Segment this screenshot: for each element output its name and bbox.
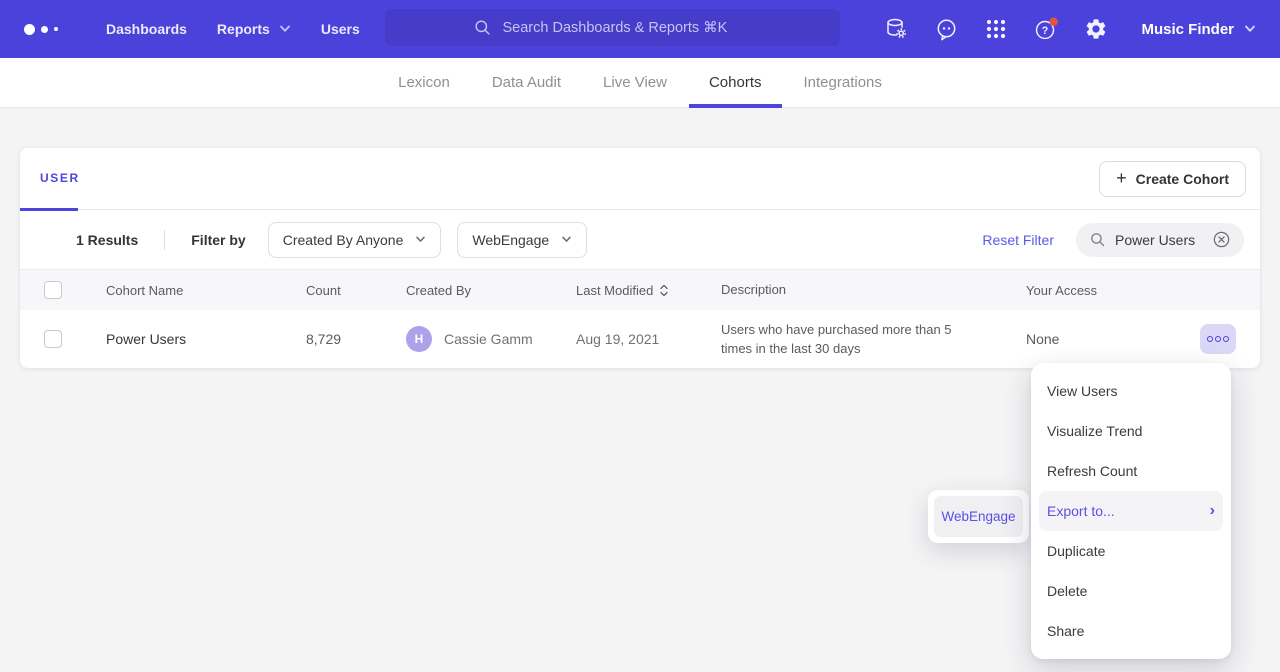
chevron-down-icon [1244,25,1256,33]
avatar: H [406,326,432,352]
tab-label: Live View [603,74,667,91]
chevron-down-icon [415,236,426,243]
created-by-filter-dropdown[interactable]: Created By Anyone [268,222,442,258]
header-description[interactable]: Description [721,280,1006,300]
search-icon [1089,231,1106,248]
tab-label: Integrations [804,74,882,91]
global-search-bar[interactable] [385,9,840,46]
filter-bar: 1 Results Filter by Created By Anyone We… [20,210,1260,270]
tab-lexicon[interactable]: Lexicon [378,58,470,107]
source-filter-dropdown[interactable]: WebEngage [457,222,587,258]
tab-user-cohorts[interactable]: USER [20,148,78,211]
tab-label: Lexicon [398,74,450,91]
nav-item-dashboards[interactable]: Dashboards [106,21,187,37]
plus-icon: + [1116,169,1127,187]
question-mark-glyph: ? [1042,24,1048,36]
dot [1223,336,1229,342]
header-label: Last Modified [576,283,653,298]
create-cohort-button[interactable]: + Create Cohort [1099,161,1246,197]
header-your-access[interactable]: Your Access [1006,283,1200,298]
reset-filter-link[interactable]: Reset Filter [982,232,1054,248]
menu-item-visualize-trend[interactable]: Visualize Trend [1031,411,1231,451]
menu-item-share[interactable]: Share [1031,611,1231,651]
nav-item-label: Dashboards [106,21,187,37]
account-switcher[interactable]: Music Finder [1141,21,1256,38]
row-actions-menu-button[interactable] [1200,324,1236,354]
table-row[interactable]: Power Users 8,729 H Cassie Gamm Aug 19, … [20,310,1260,368]
search-icon [473,18,492,37]
notification-badge [1050,17,1058,25]
logo-dot [41,26,48,33]
tab-live-view[interactable]: Live View [583,58,687,107]
select-all-checkbox[interactable] [44,281,62,299]
help-icon[interactable]: ? [1033,16,1059,42]
cohorts-panel: USER + Create Cohort 1 Results Filter by… [20,148,1260,368]
tab-label: Cohorts [709,74,762,91]
count-cell: 8,729 [286,331,366,347]
section-tabbar: Lexicon Data Audit Live View Cohorts Int… [0,58,1280,108]
creator-name: Cassie Gamm [444,331,533,347]
tab-label: Data Audit [492,74,561,91]
cohort-search-field[interactable] [1076,223,1244,257]
dot [1215,336,1221,342]
chevron-right-icon: › [1210,503,1215,519]
data-management-icon[interactable] [883,16,909,42]
logo-dot [24,24,35,35]
sort-icon [660,284,668,297]
submenu-item-webengage[interactable]: WebEngage [934,496,1023,537]
nav-right-icons: ? Music Finder [883,16,1256,42]
header-created-by[interactable]: Created By [406,283,576,298]
tab-label: USER [40,171,80,185]
nav-item-users[interactable]: Users [321,21,360,37]
nav-item-label: Users [321,21,360,37]
nav-item-reports[interactable]: Reports [217,21,291,37]
menu-item-refresh-count[interactable]: Refresh Count [1031,451,1231,491]
row-checkbox[interactable] [44,330,62,348]
menu-item-delete[interactable]: Delete [1031,571,1231,611]
clear-search-icon[interactable] [1212,230,1231,249]
header-last-modified[interactable]: Last Modified [576,283,721,298]
logo-dot [54,27,58,31]
last-modified-cell: Aug 19, 2021 [576,331,721,347]
results-count: 1 Results [76,232,138,248]
menu-item-label: Export to... [1047,503,1115,519]
tab-cohorts[interactable]: Cohorts [689,58,782,107]
chevron-down-icon [279,25,291,33]
create-cohort-label: Create Cohort [1136,171,1229,187]
settings-gear-icon[interactable] [1083,16,1109,42]
export-submenu: WebEngage [928,490,1029,543]
tab-data-audit[interactable]: Data Audit [472,58,581,107]
filter-by-label: Filter by [191,232,245,248]
created-by-cell: H Cassie Gamm [406,326,576,352]
feedback-icon[interactable] [933,16,959,42]
header-count[interactable]: Count [286,283,366,298]
app-logo[interactable] [24,24,76,35]
nav-item-label: Reports [217,21,270,37]
row-actions-context-menu: View Users Visualize Trend Refresh Count… [1031,363,1231,659]
global-search-input[interactable] [503,20,753,36]
divider [164,230,165,250]
menu-item-export-to[interactable]: Export to... › [1039,491,1223,531]
apps-grid-icon[interactable] [983,16,1009,42]
cohort-name-cell[interactable]: Power Users [106,331,286,347]
description-cell: Users who have purchased more than 5 tim… [721,320,1006,359]
header-cohort-name[interactable]: Cohort Name [106,283,286,298]
cohort-type-tabs: USER + Create Cohort [20,148,1260,210]
cohort-search-input[interactable] [1115,232,1203,248]
menu-item-duplicate[interactable]: Duplicate [1031,531,1231,571]
dropdown-value: WebEngage [472,232,549,248]
dot [1207,336,1213,342]
chevron-down-icon [561,236,572,243]
account-name: Music Finder [1141,21,1234,38]
access-cell: None [1006,331,1200,347]
tab-integrations[interactable]: Integrations [784,58,902,107]
menu-item-view-users[interactable]: View Users [1031,371,1231,411]
dropdown-value: Created By Anyone [283,232,404,248]
table-header-row: Cohort Name Count Created By Last Modifi… [20,270,1260,310]
top-navigation: Dashboards Reports Users [0,0,1280,58]
